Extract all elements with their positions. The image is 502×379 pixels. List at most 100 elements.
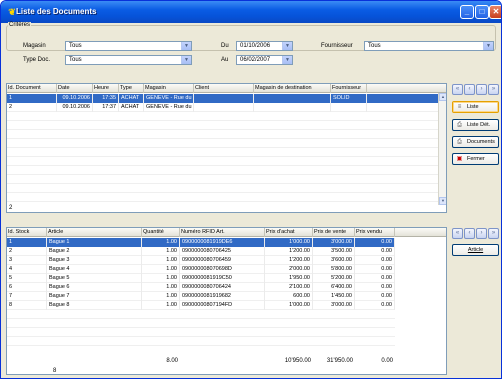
next-record-button[interactable]: › [476,84,487,95]
column-header[interactable]: Client [194,84,254,93]
typedoc-value: Tous [69,57,82,63]
fermer-button[interactable]: ▣ Fermer [452,153,499,165]
table-cell: 09.10.2006 [57,94,93,103]
documents-scrollbar[interactable]: ▲ ▼ [438,93,446,205]
table-row[interactable]: 3 Bague 3 1.00 0900000080706459 1'200.00 3'60… [7,256,395,265]
minimize-button[interactable]: _ [460,5,474,19]
table-cell: 1.00 [142,256,180,265]
stock-next-button[interactable]: › [476,228,487,239]
column-header[interactable]: Numéro RFID Art. [180,228,265,237]
table-row[interactable]: 6 Bague 6 1.00 0900000080706424 2'100.00 6'40… [7,283,395,292]
close-button[interactable]: ✕ [489,5,501,19]
article-button-label: Article [467,247,484,253]
table-cell: 0.00 [355,292,395,301]
table-cell [194,94,254,103]
table-cell: 1 [7,94,57,103]
table-cell: 0.00 [355,283,395,292]
column-header[interactable]: Prix de vente [313,228,355,237]
column-header[interactable]: Prix vendu [355,228,395,237]
documents-count: 2 [9,205,13,211]
table-cell: Bague 1 [47,238,142,247]
table-cell: 0.00 [355,274,395,283]
table-cell: 600.00 [265,292,313,301]
article-button[interactable]: Article [452,244,499,256]
table-cell: 4 [7,265,47,274]
chevron-down-icon[interactable]: ▼ [282,56,292,64]
table-cell: 090000008070698D [180,265,265,274]
exit-icon: ▣ [456,156,463,162]
previous-record-button[interactable]: ‹ [464,84,475,95]
table-cell: Bague 4 [47,265,142,274]
du-date-picker[interactable]: 01/10/2006 ▼ [236,41,293,51]
row-divider [7,174,439,175]
stock-previous-button[interactable]: ‹ [464,228,475,239]
table-cell: Bague 8 [47,301,142,310]
fournisseur-select[interactable]: Tous ▼ [364,41,494,51]
column-header[interactable]: Quantité [142,228,180,237]
column-header[interactable]: Article [47,228,142,237]
stock-first-button[interactable]: « [452,228,463,239]
table-cell: GENEVE - Rue du [144,103,194,112]
row-divider [7,120,439,121]
table-cell: 0900000081919DE6 [180,238,265,247]
liste-det-button-label: Liste Dét. [467,122,491,128]
chevron-down-icon[interactable]: ▼ [282,42,292,50]
first-record-button[interactable]: « [452,84,463,95]
column-header[interactable]: Type [119,84,144,93]
title-bar[interactable]: ❦ Liste des Documents _ □ ✕ [1,1,501,23]
table-row[interactable]: 7 Bague 7 1.00 0900000081919682 600.00 1'450.… [7,292,395,301]
table-row[interactable]: 2 Bague 2 1.00 0900000080706425 1'200.00 3'50… [7,247,395,256]
fournisseur-value: Tous [368,43,381,49]
documents-button[interactable]: ⎙ Documents [452,136,499,148]
last-record-button[interactable]: » [488,84,499,95]
table-cell: 2 [7,103,57,112]
scroll-up-icon[interactable]: ▲ [439,93,446,101]
table-cell: 1.00 [142,265,180,274]
liste-button-label: Liste [467,104,479,110]
table-row[interactable]: 4 Bague 4 1.00 090000008070698D 2'000.00 5'80… [7,265,395,274]
table-cell: 5 [7,274,47,283]
table-cell: 1'950.00 [265,274,313,283]
scroll-down-icon[interactable]: ▼ [439,197,446,205]
table-row[interactable]: 2 09.10.2006 17:37 ACHAT GENEVE - Rue du [7,103,439,112]
table-cell: Bague 2 [47,247,142,256]
table-row[interactable]: 1 09.10.2006 17:35 ACHAT GENEVE - Rue du SOLI… [7,94,439,103]
table-cell: GENEVE - Rue du [144,94,194,103]
liste-det-button[interactable]: ⎙ Liste Dét. [452,119,499,131]
row-divider [7,192,439,193]
column-header[interactable]: Id. Stock [7,228,47,237]
table-cell: Bague 7 [47,292,142,301]
column-header[interactable]: Magasin de destination [254,84,331,93]
chevron-down-icon[interactable]: ▼ [181,56,191,64]
liste-button[interactable]: ≡ Liste [452,101,499,113]
total-prix-vendu: 0.00 [381,358,393,364]
column-header[interactable]: Magasin [144,84,194,93]
total-prix-achat: 10'950.00 [284,358,311,364]
column-header[interactable]: Prix d'achat [265,228,313,237]
row-divider [7,336,395,337]
chevron-down-icon[interactable]: ▼ [483,42,493,50]
table-cell: 0.00 [355,238,395,247]
typedoc-select[interactable]: Tous ▼ [65,55,192,65]
maximize-button[interactable]: □ [475,5,489,19]
table-row[interactable]: 1 Bague 1 1.00 0900000081919DE6 1'000.00 3'00… [7,238,395,247]
row-divider [7,183,439,184]
table-cell: ACHAT [119,94,144,103]
table-row[interactable]: 8 Bague 8 1.00 09000000807194FD 1'000.00 3'00… [7,301,395,310]
column-header[interactable]: Fournisseur [331,84,367,93]
chevron-down-icon[interactable]: ▼ [181,42,191,50]
next-icon: › [480,86,483,92]
column-header[interactable]: Heure [93,84,119,93]
au-date-picker[interactable]: 06/02/2007 ▼ [236,55,293,65]
table-cell: 2 [7,247,47,256]
column-header[interactable]: Id. Document [7,84,57,93]
last-icon: » [491,230,496,236]
documents-table[interactable]: Id. Document Date Heure Type Magasin Client Ma… [6,83,447,213]
column-header[interactable]: Date [57,84,93,93]
stock-table[interactable]: Id. Stock Article Quantité Numéro RFID Art.… [6,227,447,375]
stock-last-button[interactable]: » [488,228,499,239]
magasin-select[interactable]: Tous ▼ [65,41,192,51]
table-cell: 09.10.2006 [57,103,93,112]
table-cell: 5'200.00 [313,274,355,283]
table-row[interactable]: 5 Bague 5 1.00 0900000081919C50 1'950.00 5'20… [7,274,395,283]
